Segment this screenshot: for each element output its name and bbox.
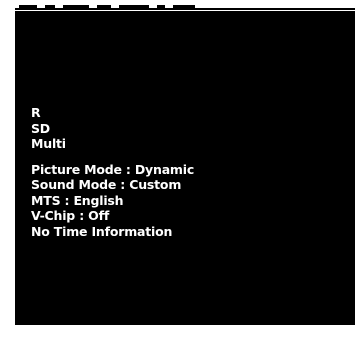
top-edge-line	[15, 8, 355, 10]
top-edge-dash	[97, 5, 111, 8]
top-edge-dash	[63, 5, 89, 8]
sound-mode-text: Sound Mode : Custom	[31, 177, 182, 192]
time-info-text: No Time Information	[31, 223, 173, 239]
audio-channel-text: R	[31, 105, 41, 120]
resolution-text: SD	[31, 120, 50, 136]
audio-mode-text: Multi	[31, 136, 66, 151]
top-edge-dash	[45, 5, 55, 8]
top-edge-dash	[173, 5, 195, 8]
mts-text: MTS : English	[31, 192, 124, 208]
top-edge-dash	[157, 5, 165, 8]
info-overlay: R SD Multi Picture Mode : Dynamic Sound …	[31, 105, 194, 239]
v-chip-text: V-Chip : Off	[31, 208, 110, 223]
top-border-strip	[15, 5, 355, 11]
top-edge-dash	[19, 5, 37, 8]
top-edge-dash	[119, 5, 149, 8]
tv-info-screen: R SD Multi Picture Mode : Dynamic Sound …	[15, 5, 355, 325]
picture-mode-text: Picture Mode : Dynamic	[31, 161, 195, 177]
